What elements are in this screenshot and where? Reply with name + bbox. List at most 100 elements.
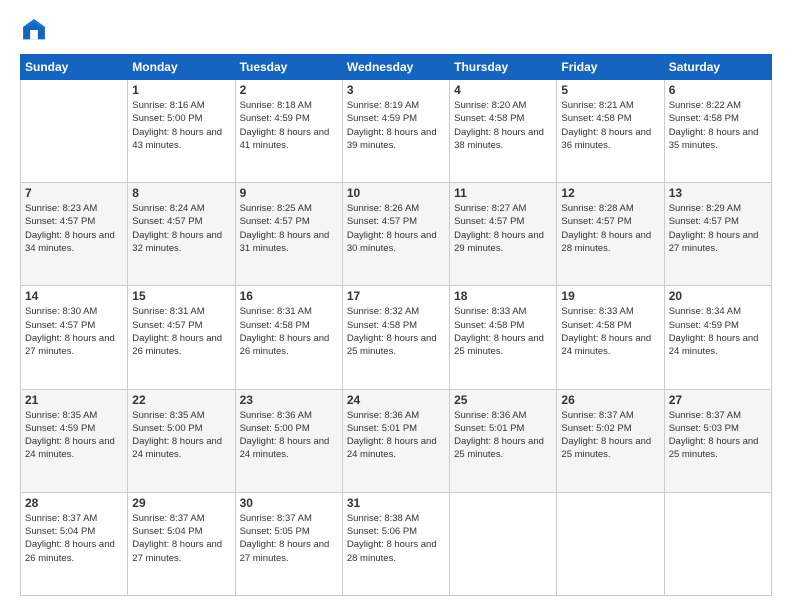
calendar-cell-28: 28 Sunrise: 8:37 AMSunset: 5:04 PMDayligh…	[21, 492, 128, 595]
calendar-cell-21: 21 Sunrise: 8:35 AMSunset: 4:59 PMDayligh…	[21, 389, 128, 492]
weekday-header-friday: Friday	[557, 55, 664, 80]
day-info: Sunrise: 8:37 AMSunset: 5:03 PMDaylight:…	[669, 409, 767, 462]
day-info: Sunrise: 8:36 AMSunset: 5:01 PMDaylight:…	[347, 409, 445, 462]
calendar-cell-2: 2Sunrise: 8:18 AMSunset: 4:59 PMDaylight…	[235, 80, 342, 183]
day-number: 14	[25, 289, 123, 303]
day-number: 8	[132, 186, 230, 200]
day-info: Sunrise: 8:34 AMSunset: 4:59 PMDaylight:…	[669, 305, 767, 358]
day-number: 28	[25, 496, 123, 510]
day-number: 9	[240, 186, 338, 200]
calendar-week-1: 1 Sunrise: 8:16 AMSunset: 5:00 PMDaylight…	[21, 80, 772, 183]
day-number: 11	[454, 186, 552, 200]
calendar-cell-3: 3Sunrise: 8:19 AMSunset: 4:59 PMDaylight…	[342, 80, 449, 183]
calendar-cell-22: 22Sunrise: 8:35 AMSunset: 5:00 PMDayligh…	[128, 389, 235, 492]
day-number: 21	[25, 393, 123, 407]
calendar-cell-5: 5 Sunrise: 8:21 AMSunset: 4:58 PMDaylight…	[557, 80, 664, 183]
calendar-cell-6: 6 Sunrise: 8:22 AMSunset: 4:58 PMDaylight…	[664, 80, 771, 183]
day-number: 18	[454, 289, 552, 303]
day-number: 26	[561, 393, 659, 407]
calendar-cell-empty	[21, 80, 128, 183]
day-number: 5	[561, 83, 659, 97]
weekday-header-thursday: Thursday	[450, 55, 557, 80]
calendar-week-4: 21 Sunrise: 8:35 AMSunset: 4:59 PMDayligh…	[21, 389, 772, 492]
calendar-cell-16: 16 Sunrise: 8:31 AMSunset: 4:58 PMDayligh…	[235, 286, 342, 389]
calendar-cell-20: 20 Sunrise: 8:34 AMSunset: 4:59 PMDayligh…	[664, 286, 771, 389]
day-info: Sunrise: 8:27 AMSunset: 4:57 PMDaylight:…	[454, 202, 552, 255]
day-info: Sunrise: 8:35 AMSunset: 4:59 PMDaylight:…	[25, 409, 123, 462]
calendar-cell-14: 14 Sunrise: 8:30 AMSunset: 4:57 PMDayligh…	[21, 286, 128, 389]
day-info: Sunrise: 8:36 AMSunset: 5:01 PMDaylight:…	[454, 409, 552, 462]
calendar-cell-19: 19 Sunrise: 8:33 AMSunset: 4:58 PMDayligh…	[557, 286, 664, 389]
day-number: 16	[240, 289, 338, 303]
calendar-week-2: 7 Sunrise: 8:23 AMSunset: 4:57 PMDaylight…	[21, 183, 772, 286]
day-number: 15	[132, 289, 230, 303]
calendar-cell-8: 8 Sunrise: 8:24 AMSunset: 4:57 PMDaylight…	[128, 183, 235, 286]
day-info: Sunrise: 8:35 AMSunset: 5:00 PMDaylight:…	[132, 409, 230, 462]
calendar-cell-empty	[664, 492, 771, 595]
day-info: Sunrise: 8:37 AMSunset: 5:05 PMDaylight:…	[240, 512, 338, 565]
header	[20, 16, 772, 44]
logo-icon	[20, 16, 48, 44]
calendar-week-3: 14 Sunrise: 8:30 AMSunset: 4:57 PMDayligh…	[21, 286, 772, 389]
day-number: 1	[132, 83, 230, 97]
page: SundayMondayTuesdayWednesdayThursdayFrid…	[0, 0, 792, 612]
day-number: 30	[240, 496, 338, 510]
calendar-cell-23: 23Sunrise: 8:36 AMSunset: 5:00 PMDayligh…	[235, 389, 342, 492]
day-info: Sunrise: 8:37 AMSunset: 5:04 PMDaylight:…	[25, 512, 123, 565]
day-number: 13	[669, 186, 767, 200]
day-info: Sunrise: 8:33 AMSunset: 4:58 PMDaylight:…	[561, 305, 659, 358]
day-number: 2	[240, 83, 338, 97]
day-info: Sunrise: 8:32 AMSunset: 4:58 PMDaylight:…	[347, 305, 445, 358]
calendar-cell-empty	[450, 492, 557, 595]
day-info: Sunrise: 8:22 AMSunset: 4:58 PMDaylight:…	[669, 99, 767, 152]
calendar-cell-26: 26 Sunrise: 8:37 AMSunset: 5:02 PMDayligh…	[557, 389, 664, 492]
weekday-header-saturday: Saturday	[664, 55, 771, 80]
day-info: Sunrise: 8:38 AMSunset: 5:06 PMDaylight:…	[347, 512, 445, 565]
day-info: Sunrise: 8:23 AMSunset: 4:57 PMDaylight:…	[25, 202, 123, 255]
day-info: Sunrise: 8:31 AMSunset: 4:57 PMDaylight:…	[132, 305, 230, 358]
calendar-cell-17: 17Sunrise: 8:32 AMSunset: 4:58 PMDayligh…	[342, 286, 449, 389]
day-info: Sunrise: 8:16 AMSunset: 5:00 PMDaylight:…	[132, 99, 230, 152]
calendar-cell-empty	[557, 492, 664, 595]
logo	[20, 16, 52, 44]
day-info: Sunrise: 8:28 AMSunset: 4:57 PMDaylight:…	[561, 202, 659, 255]
day-number: 31	[347, 496, 445, 510]
calendar-cell-30: 30 Sunrise: 8:37 AMSunset: 5:05 PMDayligh…	[235, 492, 342, 595]
day-number: 27	[669, 393, 767, 407]
weekday-header-wednesday: Wednesday	[342, 55, 449, 80]
day-info: Sunrise: 8:25 AMSunset: 4:57 PMDaylight:…	[240, 202, 338, 255]
day-number: 19	[561, 289, 659, 303]
calendar-cell-13: 13Sunrise: 8:29 AMSunset: 4:57 PMDayligh…	[664, 183, 771, 286]
calendar-table: SundayMondayTuesdayWednesdayThursdayFrid…	[20, 54, 772, 596]
day-info: Sunrise: 8:36 AMSunset: 5:00 PMDaylight:…	[240, 409, 338, 462]
calendar-cell-24: 24Sunrise: 8:36 AMSunset: 5:01 PMDayligh…	[342, 389, 449, 492]
day-info: Sunrise: 8:37 AMSunset: 5:04 PMDaylight:…	[132, 512, 230, 565]
calendar-cell-25: 25 Sunrise: 8:36 AMSunset: 5:01 PMDayligh…	[450, 389, 557, 492]
day-info: Sunrise: 8:31 AMSunset: 4:58 PMDaylight:…	[240, 305, 338, 358]
calendar-cell-18: 18 Sunrise: 8:33 AMSunset: 4:58 PMDayligh…	[450, 286, 557, 389]
day-number: 20	[669, 289, 767, 303]
weekday-header-sunday: Sunday	[21, 55, 128, 80]
day-info: Sunrise: 8:20 AMSunset: 4:58 PMDaylight:…	[454, 99, 552, 152]
weekday-header-monday: Monday	[128, 55, 235, 80]
calendar-cell-12: 12 Sunrise: 8:28 AMSunset: 4:57 PMDayligh…	[557, 183, 664, 286]
weekday-header-row: SundayMondayTuesdayWednesdayThursdayFrid…	[21, 55, 772, 80]
calendar-cell-9: 9 Sunrise: 8:25 AMSunset: 4:57 PMDaylight…	[235, 183, 342, 286]
day-info: Sunrise: 8:37 AMSunset: 5:02 PMDaylight:…	[561, 409, 659, 462]
calendar-cell-15: 15 Sunrise: 8:31 AMSunset: 4:57 PMDayligh…	[128, 286, 235, 389]
day-info: Sunrise: 8:26 AMSunset: 4:57 PMDaylight:…	[347, 202, 445, 255]
day-info: Sunrise: 8:24 AMSunset: 4:57 PMDaylight:…	[132, 202, 230, 255]
day-number: 6	[669, 83, 767, 97]
day-info: Sunrise: 8:33 AMSunset: 4:58 PMDaylight:…	[454, 305, 552, 358]
day-info: Sunrise: 8:21 AMSunset: 4:58 PMDaylight:…	[561, 99, 659, 152]
day-number: 7	[25, 186, 123, 200]
day-info: Sunrise: 8:30 AMSunset: 4:57 PMDaylight:…	[25, 305, 123, 358]
day-number: 12	[561, 186, 659, 200]
calendar-cell-10: 10 Sunrise: 8:26 AMSunset: 4:57 PMDayligh…	[342, 183, 449, 286]
calendar-cell-31: 31 Sunrise: 8:38 AMSunset: 5:06 PMDayligh…	[342, 492, 449, 595]
calendar-week-5: 28 Sunrise: 8:37 AMSunset: 5:04 PMDayligh…	[21, 492, 772, 595]
day-info: Sunrise: 8:19 AMSunset: 4:59 PMDaylight:…	[347, 99, 445, 152]
calendar-cell-11: 11 Sunrise: 8:27 AMSunset: 4:57 PMDayligh…	[450, 183, 557, 286]
day-number: 10	[347, 186, 445, 200]
day-number: 25	[454, 393, 552, 407]
